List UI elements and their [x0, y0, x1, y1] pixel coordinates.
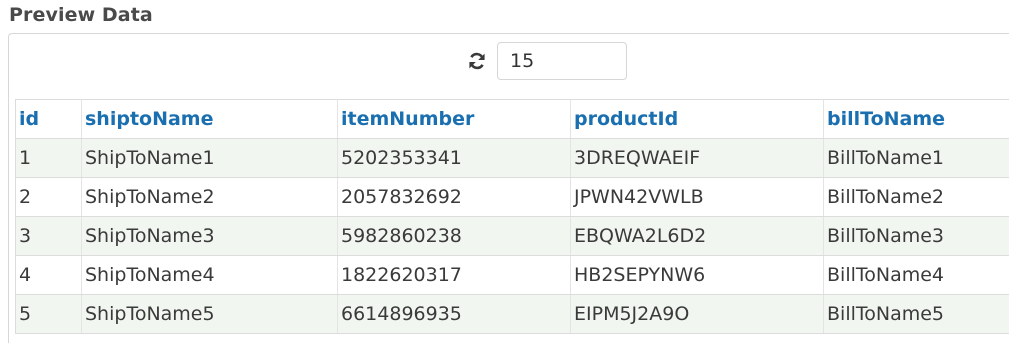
refresh-icon[interactable] [466, 50, 488, 72]
table-cell: 4 [16, 256, 82, 295]
table-cell: 6614896935 [338, 295, 571, 334]
table-cell: BillToName2 [824, 178, 1009, 217]
table-cell: ShipToName1 [82, 139, 338, 178]
table-row: 5 ShipToName5 6614896935 EIPM5J2A9O Bill… [16, 295, 1009, 334]
column-header-billtoname[interactable]: billToName [824, 100, 1009, 139]
table-cell: ShipToName3 [82, 217, 338, 256]
table-cell: EIPM5J2A9O [571, 295, 824, 334]
table-cell: 3DREQWAEIF [571, 139, 824, 178]
column-header-productid[interactable]: productId [571, 100, 824, 139]
table-cell: 5202353341 [338, 139, 571, 178]
table-cell: ShipToName4 [82, 256, 338, 295]
section-title: Preview Data [9, 4, 153, 26]
column-header-shiptoname[interactable]: shiptoName [82, 100, 338, 139]
table-cell: BillToName3 [824, 217, 1009, 256]
table-row: 1 ShipToName1 5202353341 3DREQWAEIF Bill… [16, 139, 1009, 178]
table-row: 2 ShipToName2 2057832692 JPWN42VWLB Bill… [16, 178, 1009, 217]
table-cell: ShipToName2 [82, 178, 338, 217]
table-cell: BillToName5 [824, 295, 1009, 334]
table-row: 3 ShipToName3 5982860238 EBQWA2L6D2 Bill… [16, 217, 1009, 256]
table-cell: EBQWA2L6D2 [571, 217, 824, 256]
table-cell: 3 [16, 217, 82, 256]
table-row: 4 ShipToName4 1822620317 HB2SEPYNW6 Bill… [16, 256, 1009, 295]
table-cell: 2057832692 [338, 178, 571, 217]
row-count-input[interactable] [497, 42, 627, 80]
table-header-row: id shiptoName itemNumber productId billT… [16, 100, 1009, 139]
table-cell: BillToName1 [824, 139, 1009, 178]
preview-table: id shiptoName itemNumber productId billT… [15, 99, 1009, 334]
table-cell: 5982860238 [338, 217, 571, 256]
column-header-id[interactable]: id [16, 100, 82, 139]
table-cell: BillToName4 [824, 256, 1009, 295]
table-cell: 5 [16, 295, 82, 334]
table-cell: ShipToName5 [82, 295, 338, 334]
preview-toolbar [466, 42, 627, 80]
column-header-itemnumber[interactable]: itemNumber [338, 100, 571, 139]
table-cell: HB2SEPYNW6 [571, 256, 824, 295]
table-cell: 1 [16, 139, 82, 178]
table-cell: 1822620317 [338, 256, 571, 295]
table-cell: 2 [16, 178, 82, 217]
table-cell: JPWN42VWLB [571, 178, 824, 217]
